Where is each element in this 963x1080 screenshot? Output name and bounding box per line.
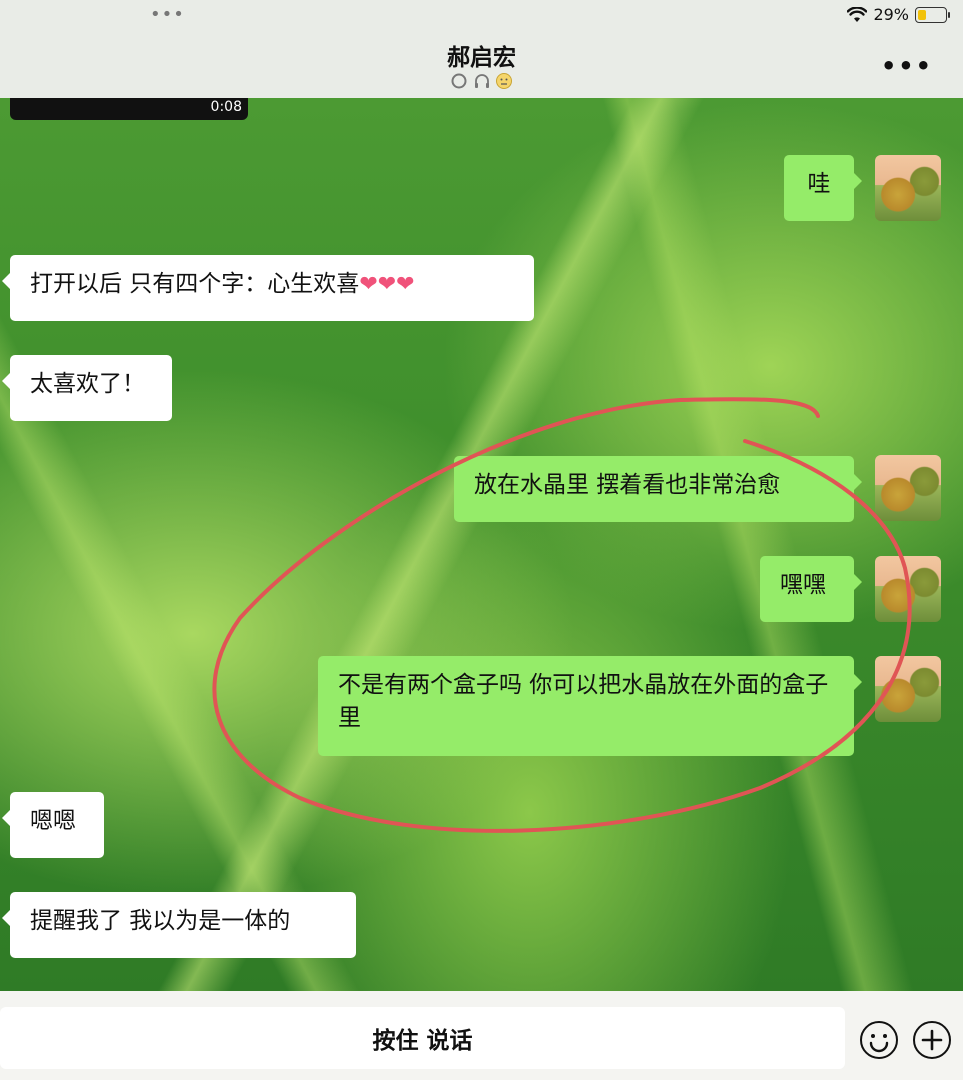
message-bubble-sent[interactable]: 嘿嘿 [760,556,862,622]
my-avatar[interactable] [875,656,941,722]
message-bubble-sent[interactable]: 哇 [784,155,862,221]
input-bar: 按住 说话 [0,991,963,1080]
chat-header: 郝启宏 ••• [0,32,963,98]
message-bubble-received[interactable]: 打开以后 只有四个字：心生欢喜❤❤❤ [2,255,534,321]
contact-status-icons [0,72,963,94]
ring-icon [451,73,467,89]
message-text: 提醒我了 我以为是一体的 [30,908,291,934]
heart-emoji: ❤❤❤ [359,272,415,297]
message-text: 太喜欢了！ [30,371,145,397]
wifi-icon [847,6,868,22]
message-text: 打开以后 只有四个字：心生欢喜 [30,271,360,297]
chat-area[interactable]: 0:08 哇 打开以后 只有四个字：心生欢喜❤❤❤ 太喜欢了！ 放在水晶里 摆着… [0,98,963,991]
emoji-button[interactable] [860,1021,898,1059]
status-bar: ••• 29% [0,0,963,32]
hold-to-talk-button[interactable]: 按住 说话 [0,1007,845,1069]
battery-icon [915,6,950,23]
message-text: 哇 [807,171,831,197]
message-text: 放在水晶里 摆着看也非常治愈 [474,472,781,498]
neutral-face-icon [495,73,512,89]
battery-percent: 29% [873,5,909,24]
message-text: 嗯嗯 [30,808,76,834]
more-options-button[interactable]: ••• [881,52,933,80]
my-avatar[interactable] [875,155,941,221]
my-avatar[interactable] [875,455,941,521]
headphones-icon [474,74,489,88]
message-text: 嘿嘿 [780,572,826,598]
message-bubble-sent[interactable]: 放在水晶里 摆着看也非常治愈 [454,456,862,522]
smiley-icon [869,1034,889,1053]
video-duration: 0:08 [210,99,242,115]
message-text: 不是有两个盒子吗 你可以把水晶放在外面的盒子里 [338,672,829,731]
plus-icon [921,1029,943,1051]
video-message[interactable]: 0:08 [10,98,248,120]
message-bubble-received[interactable]: 嗯嗯 [2,792,104,858]
my-avatar[interactable] [875,556,941,622]
message-bubble-received[interactable]: 太喜欢了！ [2,355,172,421]
contact-name: 郝启宏 [447,45,516,71]
annotation-circle [212,397,912,833]
message-bubble-sent[interactable]: 不是有两个盒子吗 你可以把水晶放在外面的盒子里 [318,656,862,756]
message-bubble-received[interactable]: 提醒我了 我以为是一体的 [2,892,356,958]
add-button[interactable] [913,1021,951,1059]
multitask-dots-icon[interactable]: ••• [150,4,185,25]
